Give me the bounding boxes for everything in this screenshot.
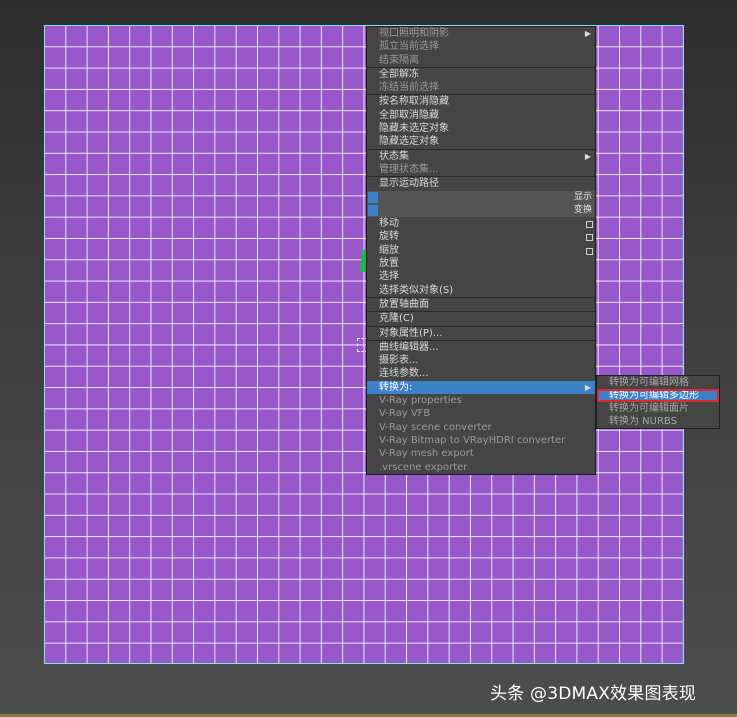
menu-item[interactable]: V-Ray Bitmap to VRayHDRI converter [367,434,595,447]
menu-item-label: 按名称取消隐藏 [379,96,449,108]
menu-item-label: 结束隔离 [379,54,419,66]
menu-item-label: 孤立当前选择 [379,41,439,53]
menu-item[interactable]: 状态集 ▶ [367,148,595,163]
menu-item-label: 隐藏选定对象 [379,136,439,148]
menu-item[interactable]: 隐藏未选定对象 [367,122,595,135]
submenu-item[interactable]: 转换为可编辑多边形 [597,389,719,402]
submenu-item[interactable]: 转换为可编辑面片 [597,402,719,415]
menu-item-label: 冻结当前选择 [379,82,439,94]
quad-section-title: 变换 [573,204,592,215]
menu-item[interactable]: 显示 [367,190,595,204]
menu-item[interactable]: 管理状态集... [367,163,595,176]
menu-item[interactable]: V-Ray scene converter [367,421,595,434]
menu-item-label: 连线参数... [379,368,429,380]
convert-to-submenu: 转换为可编辑网格 转换为可编辑多边形 转换为可编辑面片 转换为 NURBS [596,375,720,429]
submenu-arrow-icon: ▶ [584,29,591,38]
menu-item[interactable]: 缩放 [367,244,595,257]
menu-item[interactable]: .vrscene exporter [367,461,595,474]
settings-box-icon[interactable] [586,221,593,229]
menu-item[interactable]: V-Ray VFB [367,407,595,420]
menu-item[interactable]: 转换为: ▶ [367,380,595,395]
submenu-arrow-icon: ▶ [584,382,591,392]
menu-item[interactable]: 全部取消隐藏 [367,109,595,122]
menu-item-label: V-Ray VFB [379,408,431,420]
menu-item[interactable]: V-Ray mesh export [367,447,595,460]
menu-item-label: V-Ray mesh export [379,448,474,460]
menu-item-label: 隐藏未选定对象 [379,123,449,135]
menu-item[interactable]: 按名称取消隐藏 [367,94,595,108]
menu-item-label: .vrscene exporter [379,461,468,473]
menu-item-label: 选择类似对象(S) [379,284,454,296]
menu-item-label: 显示运动路径 [379,178,439,190]
menu-item[interactable]: 变换 [367,203,595,218]
menu-item-label: V-Ray scene converter [379,421,492,433]
menu-item[interactable]: 曲线编辑器... [367,339,595,354]
menu-item-label: 放置轴曲面 [379,298,429,310]
menu-item[interactable]: 冻结当前选择 [367,81,595,94]
menu-item[interactable]: 移动 [367,217,595,230]
menu-item-label: 克隆(C) [379,313,414,325]
menu-item-label: 移动 [379,218,399,230]
menu-item-label: V-Ray Bitmap to VRayHDRI converter [379,434,566,446]
menu-item[interactable]: 选择 [367,270,595,283]
menu-item-label: 视口照明和阴影 [379,28,449,39]
menu-item[interactable]: 孤立当前选择 [367,40,595,53]
menu-item[interactable]: 放置轴曲面 [367,296,595,311]
menu-item-label: 全部解冻 [379,68,419,80]
settings-box-icon[interactable] [586,247,593,255]
quad-section-title: 显示 [573,191,592,202]
menu-item-label: 状态集 [379,150,409,162]
submenu-arrow-icon: ▶ [584,151,591,161]
menu-item[interactable]: 结束隔离 [367,54,595,67]
submenu-item[interactable]: 转换为 NURBS [597,415,719,428]
menu-item-label: 选择 [379,271,399,283]
menu-item[interactable]: 隐藏选定对象 [367,135,595,148]
watermark-text: 头条 @3DMAX效果图表现 [490,684,697,704]
quad-color-swatch [368,191,378,203]
menu-item[interactable]: V-Ray properties [367,394,595,407]
menu-item[interactable]: 显示运动路径 [367,176,595,190]
menu-item-label: 管理状态集... [379,163,439,175]
menu-item-label: 旋转 [379,231,399,243]
menu-item-label: 全部取消隐藏 [379,109,439,121]
quad-context-menu: 视口照明和阴影 ▶ 孤立当前选择 结束隔离全部解冻冻结当前选择 按名称取消隐藏 全部取消隐… [366,26,596,475]
menu-item[interactable]: 克隆(C) [367,311,595,325]
menu-item[interactable]: 旋转 [367,230,595,243]
menu-item[interactable]: 摄影表... [367,354,595,367]
quad-color-swatch [368,204,378,216]
menu-item[interactable]: 对象属性(P)... [367,325,595,340]
menu-item-label: V-Ray properties [379,395,462,407]
menu-item[interactable]: 选择类似对象(S) [367,284,595,297]
menu-item-label: 摄影表... [379,355,419,367]
menu-item[interactable]: 视口照明和阴影 ▶ [367,27,595,40]
menu-item[interactable]: 全部解冻 [367,66,595,81]
menu-item[interactable]: 连线参数... [367,367,595,380]
menu-item[interactable]: 放置 [367,257,595,270]
menu-item-label: 曲线编辑器... [379,341,439,353]
settings-box-icon[interactable] [586,234,593,242]
menu-item-label: 放置 [379,258,399,270]
menu-item-label: 缩放 [379,244,399,256]
menu-item-label: 对象属性(P)... [379,327,443,339]
submenu-item[interactable]: 转换为可编辑网格 [597,376,719,389]
menu-item-label: 转换为: [379,381,413,393]
